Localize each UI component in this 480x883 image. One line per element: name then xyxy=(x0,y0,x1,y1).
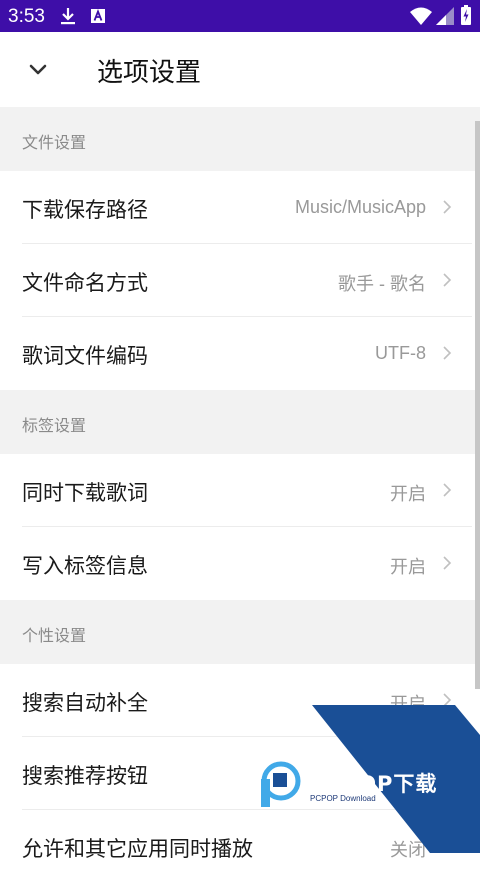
setting-label: 搜索自动补全 xyxy=(22,691,148,715)
setting-row-write-tags[interactable]: 写入标签信息 开启 xyxy=(0,527,480,600)
setting-label: 文件命名方式 xyxy=(22,271,148,295)
section-header-personal: 个性设置 xyxy=(0,600,480,664)
app-bar: 选项设置 xyxy=(0,32,480,107)
setting-label: 下载保存路径 xyxy=(22,198,148,222)
setting-value: 开启 xyxy=(390,557,426,577)
setting-row-concurrent-playback[interactable]: 允许和其它应用同时播放 关闭 xyxy=(0,810,480,883)
setting-label: 写入标签信息 xyxy=(22,554,148,578)
setting-value: Music/MusicApp xyxy=(294,197,426,217)
wifi-icon xyxy=(410,7,432,25)
section-title: 文件设置 xyxy=(22,133,87,152)
setting-label: 歌词文件编码 xyxy=(22,344,148,368)
setting-label: 同时下载歌词 xyxy=(22,481,148,505)
status-bar: 3:53 xyxy=(0,0,480,32)
chevron-right-icon xyxy=(443,200,452,214)
setting-row-lyrics-encoding[interactable]: 歌词文件编码 UTF-8 xyxy=(0,317,480,390)
setting-value: UTF-8 xyxy=(375,343,426,363)
chevron-right-icon xyxy=(443,556,452,570)
setting-row-download-lyrics[interactable]: 同时下载歌词 开启 xyxy=(0,454,480,527)
section-title: 标签设置 xyxy=(22,416,87,435)
cell-signal-icon xyxy=(436,7,454,25)
page-title: 选项设置 xyxy=(97,58,202,88)
setting-value: 开启 xyxy=(390,484,426,504)
chevron-down-icon[interactable] xyxy=(24,56,52,84)
watermark-subtitle: PCPOP Download xyxy=(310,794,376,803)
download-icon xyxy=(61,8,75,25)
setting-row-file-naming[interactable]: 文件命名方式 歌手 - 歌名 xyxy=(0,244,480,317)
setting-label: 允许和其它应用同时播放 xyxy=(22,837,253,861)
setting-row-download-path[interactable]: 下载保存路径 Music/MusicApp xyxy=(0,171,480,244)
battery-charging-icon xyxy=(461,5,471,25)
section-header-file: 文件设置 xyxy=(0,107,480,171)
section-title: 个性设置 xyxy=(22,626,87,645)
chevron-right-icon xyxy=(443,273,452,287)
status-time: 3:53 xyxy=(8,6,45,27)
scrollbar[interactable] xyxy=(475,121,480,689)
a-app-icon xyxy=(91,9,105,23)
setting-value: 歌手 - 歌名 xyxy=(338,274,426,294)
chevron-right-icon xyxy=(443,483,452,497)
settings-list: 文件设置 下载保存路径 Music/MusicApp 文件命名方式 歌手 - 歌… xyxy=(0,107,480,883)
setting-value: 关闭 xyxy=(390,840,426,860)
setting-value: 开启 xyxy=(390,694,426,714)
section-header-tags: 标签设置 xyxy=(0,390,480,454)
chevron-right-icon xyxy=(443,346,452,360)
setting-row-search-autocomplete[interactable]: 搜索自动补全 开启 xyxy=(0,664,480,737)
setting-label: 搜索推荐按钮 xyxy=(22,764,148,788)
chevron-right-icon xyxy=(443,693,452,707)
watermark-logo xyxy=(261,761,301,807)
